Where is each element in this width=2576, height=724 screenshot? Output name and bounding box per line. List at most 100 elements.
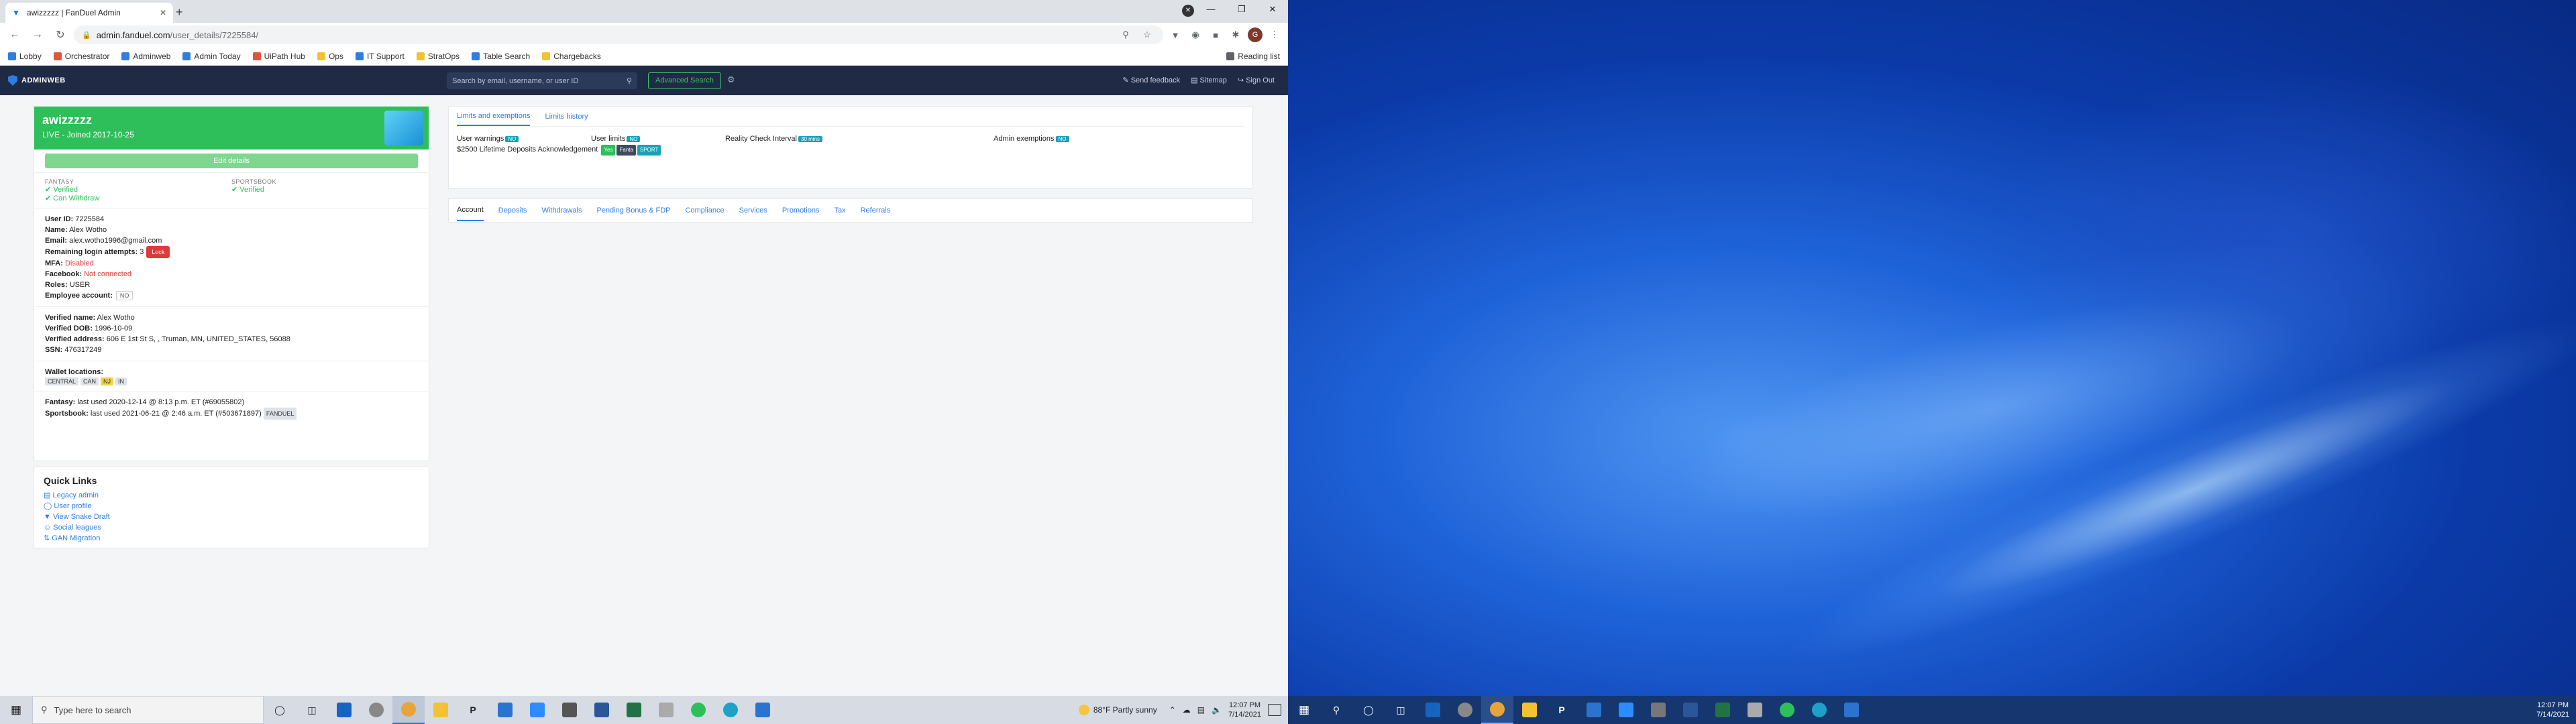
close-tab-icon[interactable]: ✕ xyxy=(160,8,166,17)
volume-icon[interactable]: 🔈 xyxy=(1212,705,1222,715)
task-view-icon[interactable]: ◫ xyxy=(1385,696,1417,724)
taskbar-search[interactable]: ⚲ Type here to search xyxy=(32,696,264,724)
file-explorer-icon[interactable] xyxy=(425,696,457,724)
bookmark-item[interactable]: Chargebacks xyxy=(542,52,601,61)
cortana-icon[interactable]: ◯ xyxy=(1352,696,1385,724)
bookmark-item[interactable]: IT Support xyxy=(355,52,405,61)
minimize-button[interactable]: — xyxy=(1195,0,1226,20)
app-p-icon[interactable]: P xyxy=(1546,696,1578,724)
cortana-icon[interactable]: ◯ xyxy=(264,696,296,724)
sign-out-link[interactable]: ↪ Sign Out xyxy=(1238,76,1275,84)
bookmark-item[interactable]: UiPath Hub xyxy=(252,52,305,61)
sitemap-link[interactable]: ▤ Sitemap xyxy=(1191,76,1227,84)
uipath-studio-icon[interactable] xyxy=(1835,696,1868,724)
back-button[interactable]: ← xyxy=(5,29,24,41)
quick-link-gan-migration[interactable]: ⇅ GAN Migration xyxy=(44,533,419,544)
calculator-icon[interactable] xyxy=(1642,696,1674,724)
outlook-icon[interactable] xyxy=(1417,696,1449,724)
word-icon[interactable] xyxy=(586,696,618,724)
tab-withdrawals[interactable]: Withdrawals xyxy=(542,206,582,215)
tab-deposits[interactable]: Deposits xyxy=(498,206,527,215)
dollar-app-icon[interactable] xyxy=(1771,696,1803,724)
tab-services[interactable]: Services xyxy=(739,206,767,215)
tab-search-icon[interactable]: ✕ xyxy=(1182,5,1194,17)
tray-chevron-icon[interactable]: ⌃ xyxy=(1169,705,1176,715)
clock[interactable]: 12:07 PM 7/14/2021 xyxy=(1228,701,1261,719)
browser-menu-icon[interactable]: ⋮ xyxy=(1267,29,1283,40)
bookmark-star-icon[interactable]: ☆ xyxy=(1139,29,1155,40)
extension-icon-2[interactable]: ■ xyxy=(1208,30,1224,40)
bookmark-item[interactable]: Admin Today xyxy=(182,52,241,61)
bookmark-item[interactable]: Table Search xyxy=(472,52,530,61)
edge-icon[interactable] xyxy=(714,696,747,724)
tab-pending-bonus[interactable]: Pending Bonus & FDP xyxy=(596,206,670,215)
file-explorer-icon[interactable] xyxy=(1513,696,1546,724)
zoom-icon[interactable] xyxy=(1610,696,1642,724)
chrome-icon[interactable] xyxy=(392,696,425,724)
app-icon[interactable] xyxy=(360,696,392,724)
quick-link-social-leagues[interactable]: ☺ Social leagues xyxy=(44,522,419,533)
tab-referrals[interactable]: Referrals xyxy=(861,206,891,215)
quick-link-snake-draft[interactable]: ▼ View Snake Draft xyxy=(44,511,419,522)
edit-details-button[interactable]: Edit details xyxy=(45,154,418,168)
gear-icon[interactable]: ⚙ xyxy=(727,74,735,85)
quick-link-legacy-admin[interactable]: ▤ Legacy admin xyxy=(44,490,419,501)
tab-limits-history[interactable]: Limits history xyxy=(545,113,588,121)
extension-icon[interactable]: ◉ xyxy=(1187,29,1203,40)
search-icon[interactable]: ⚲ xyxy=(627,76,632,85)
bookmark-item[interactable]: Lobby xyxy=(8,52,42,61)
tab-tax[interactable]: Tax xyxy=(834,206,845,215)
extension-shield-icon[interactable]: ▼ xyxy=(1167,30,1183,40)
zoom-icon[interactable] xyxy=(521,696,553,724)
uipath-icon[interactable] xyxy=(489,696,521,724)
excel-icon[interactable] xyxy=(1707,696,1739,724)
excel-icon[interactable] xyxy=(618,696,650,724)
avatar[interactable]: G xyxy=(1248,27,1263,42)
bookmark-item[interactable]: Orchestrator xyxy=(53,52,109,61)
reading-list-button[interactable]: Reading list xyxy=(1226,52,1280,61)
windows-start-icon[interactable]: ▦ xyxy=(0,703,32,717)
calculator-icon[interactable] xyxy=(553,696,586,724)
tab-promotions[interactable]: Promotions xyxy=(782,206,820,215)
chrome-icon[interactable] xyxy=(1481,696,1513,724)
lock-button[interactable]: Lock xyxy=(146,246,170,258)
network-icon[interactable]: ▤ xyxy=(1197,705,1205,715)
send-feedback-link[interactable]: ✎ Send feedback xyxy=(1122,76,1180,84)
close-window-button[interactable]: ✕ xyxy=(1257,0,1288,20)
app-icon[interactable] xyxy=(1449,696,1481,724)
new-tab-button[interactable]: + xyxy=(176,5,183,19)
dollar-app-icon[interactable] xyxy=(682,696,714,724)
maximize-button[interactable]: ❐ xyxy=(1226,0,1257,20)
task-view-icon[interactable]: ◫ xyxy=(296,696,328,724)
uipath-icon[interactable] xyxy=(1578,696,1610,724)
search-icon[interactable]: ⚲ xyxy=(1320,696,1352,724)
outlook-icon[interactable] xyxy=(328,696,360,724)
edge-icon[interactable] xyxy=(1803,696,1835,724)
brand-logo[interactable]: ADMINWEB xyxy=(8,75,66,86)
windows-start-icon[interactable]: ▦ xyxy=(1288,703,1320,717)
bookmark-item[interactable]: StratOps xyxy=(416,52,460,61)
quick-link-user-profile[interactable]: ◯ User profile xyxy=(44,501,419,511)
word-icon[interactable] xyxy=(1674,696,1707,724)
forward-button[interactable]: → xyxy=(28,29,47,41)
address-bar[interactable]: 🔒 admin.fanduel.com/user_details/7225584… xyxy=(74,25,1163,44)
tab-limits-and-exemptions[interactable]: Limits and exemptions xyxy=(457,107,531,126)
onedrive-icon[interactable]: ☁ xyxy=(1183,705,1191,715)
app-icon[interactable] xyxy=(650,696,682,724)
clock[interactable]: 12:07 PM 7/14/2021 xyxy=(2536,696,2569,724)
zoom-icon[interactable]: ⚲ xyxy=(1118,29,1134,40)
tab-account[interactable]: Account xyxy=(457,200,484,221)
reload-button[interactable]: ↻ xyxy=(51,28,70,42)
user-search-input[interactable]: Search by email, username, or user ID ⚲ xyxy=(447,72,637,89)
bookmark-item[interactable]: Adminweb xyxy=(121,52,170,61)
weather-widget[interactable]: 88°F Partly sunny xyxy=(1078,705,1157,715)
tab-compliance[interactable]: Compliance xyxy=(686,206,724,215)
notifications-icon[interactable] xyxy=(1268,704,1281,716)
browser-tab[interactable]: ▼ awizzzzz | FanDuel Admin ✕ xyxy=(5,3,173,23)
advanced-search-button[interactable]: Advanced Search xyxy=(648,72,721,89)
app-p-icon[interactable]: P xyxy=(457,696,489,724)
uipath-studio-icon[interactable] xyxy=(747,696,779,724)
puzzle-icon[interactable]: ✱ xyxy=(1228,29,1244,40)
app-icon[interactable] xyxy=(1739,696,1771,724)
bookmark-item[interactable]: Ops xyxy=(317,52,343,61)
